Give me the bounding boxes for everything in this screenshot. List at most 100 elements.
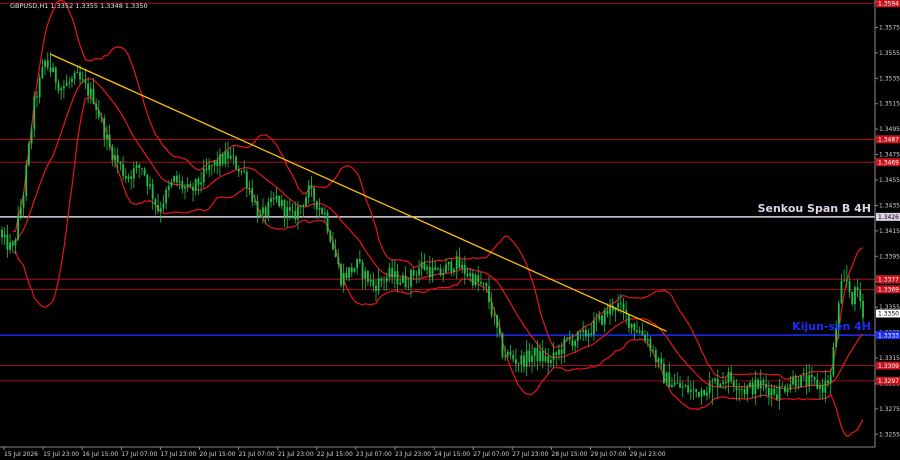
time-tick-label: 27 Jul 07:00 (473, 451, 509, 458)
candle-body (108, 134, 111, 147)
candle-body (288, 207, 291, 211)
candle-body (738, 389, 741, 391)
candle-body (143, 168, 146, 175)
candle-body (192, 186, 194, 191)
candle-body (789, 384, 792, 390)
candle-body (428, 267, 431, 278)
candle-body (523, 355, 525, 367)
candle-body (692, 389, 695, 390)
candle-body (25, 164, 28, 197)
candle-body (380, 278, 383, 281)
candle-body (41, 66, 44, 78)
price-tick-label: 1.3435 (879, 202, 900, 209)
candle-body (210, 165, 213, 166)
candle-body (622, 303, 625, 311)
candle-body (630, 323, 633, 328)
candle-body (79, 72, 81, 80)
candle-body (794, 377, 797, 387)
candle-body (407, 286, 410, 288)
candle-body (434, 267, 437, 270)
candle-body (601, 315, 603, 325)
candle-body (345, 272, 348, 278)
candle-body (657, 358, 660, 362)
candle-body (388, 268, 391, 278)
candle-body (574, 341, 577, 347)
time-tick-label: 23 Jul 23:00 (395, 451, 431, 458)
candle-body (724, 382, 727, 384)
price-tick-label: 1.3495 (879, 126, 900, 133)
candle-body (832, 347, 835, 376)
time-tick-label: 27 Jul 23:00 (512, 451, 548, 458)
candle-body (598, 315, 601, 320)
candle-body (132, 168, 135, 179)
candle-body (208, 165, 211, 171)
candle-body (68, 81, 71, 83)
candle-body (480, 281, 482, 284)
candle-body (786, 389, 789, 392)
candle-body (135, 164, 138, 169)
candle-body (375, 285, 377, 291)
candle-body (286, 207, 289, 217)
candle-body (318, 208, 321, 210)
candle-body (652, 350, 655, 351)
candle-body (89, 88, 92, 96)
candle-body (235, 156, 237, 169)
candle-body (181, 181, 184, 189)
candle-body (749, 382, 751, 387)
candle-body (157, 204, 159, 212)
price-tag-label: 1.3426 (878, 214, 899, 221)
candle-body (76, 72, 79, 73)
candle-body (482, 283, 485, 285)
candle-body (103, 118, 106, 139)
candle-body (544, 356, 547, 362)
candle-body (727, 371, 730, 383)
candle-body (219, 154, 221, 166)
candle-body (52, 67, 55, 73)
price-tick-label: 1.3475 (879, 152, 900, 159)
candle-body (762, 380, 765, 384)
candle-body (606, 310, 609, 315)
candle-body (383, 280, 385, 282)
candle-body (506, 351, 509, 356)
candle-body (420, 262, 423, 269)
candle-body (654, 350, 657, 362)
candle-body (662, 364, 665, 384)
time-tick-label: 15 Jul 2026 (4, 451, 38, 458)
candle-body (800, 375, 803, 387)
time-tick-label: 15 Jul 23:00 (43, 451, 79, 458)
candle-body (3, 234, 6, 238)
candle-body (455, 257, 458, 270)
candle-body (369, 279, 372, 282)
candle-body (813, 376, 816, 380)
candle-body (356, 259, 359, 269)
candle-body (453, 269, 455, 272)
candle-body (245, 171, 248, 189)
candle-body (44, 60, 46, 67)
candle-body (695, 389, 698, 393)
candle-body (851, 291, 854, 305)
candle-body (415, 275, 418, 276)
candle-body (488, 286, 490, 303)
price-tag-label: 1.3297 (878, 378, 899, 385)
candle-body (722, 382, 724, 384)
candle-body (162, 203, 165, 209)
candle-body (644, 335, 646, 341)
candle-body (38, 77, 41, 98)
candle-body (496, 314, 498, 328)
candle-body (167, 186, 170, 190)
chart-window[interactable]: 1.35951.35751.35551.35351.35151.34951.34… (0, 0, 900, 460)
candle-body (342, 272, 345, 286)
candle-body (412, 270, 415, 276)
candle-body (348, 267, 350, 278)
symbol-info: GBPUSD,H1 1.3352 1.3355 1.3348 1.3350 (10, 2, 148, 10)
candle-body (100, 117, 103, 119)
candle-body (571, 339, 574, 347)
candle-body (127, 176, 130, 179)
candle-body (797, 386, 800, 388)
candle-body (62, 86, 65, 89)
candle-body (555, 352, 558, 355)
candle-body (778, 386, 781, 400)
candle-body (719, 383, 722, 388)
candle-body (560, 349, 563, 354)
price-chart[interactable]: 1.35951.35751.35551.35351.35151.34951.34… (0, 0, 900, 460)
